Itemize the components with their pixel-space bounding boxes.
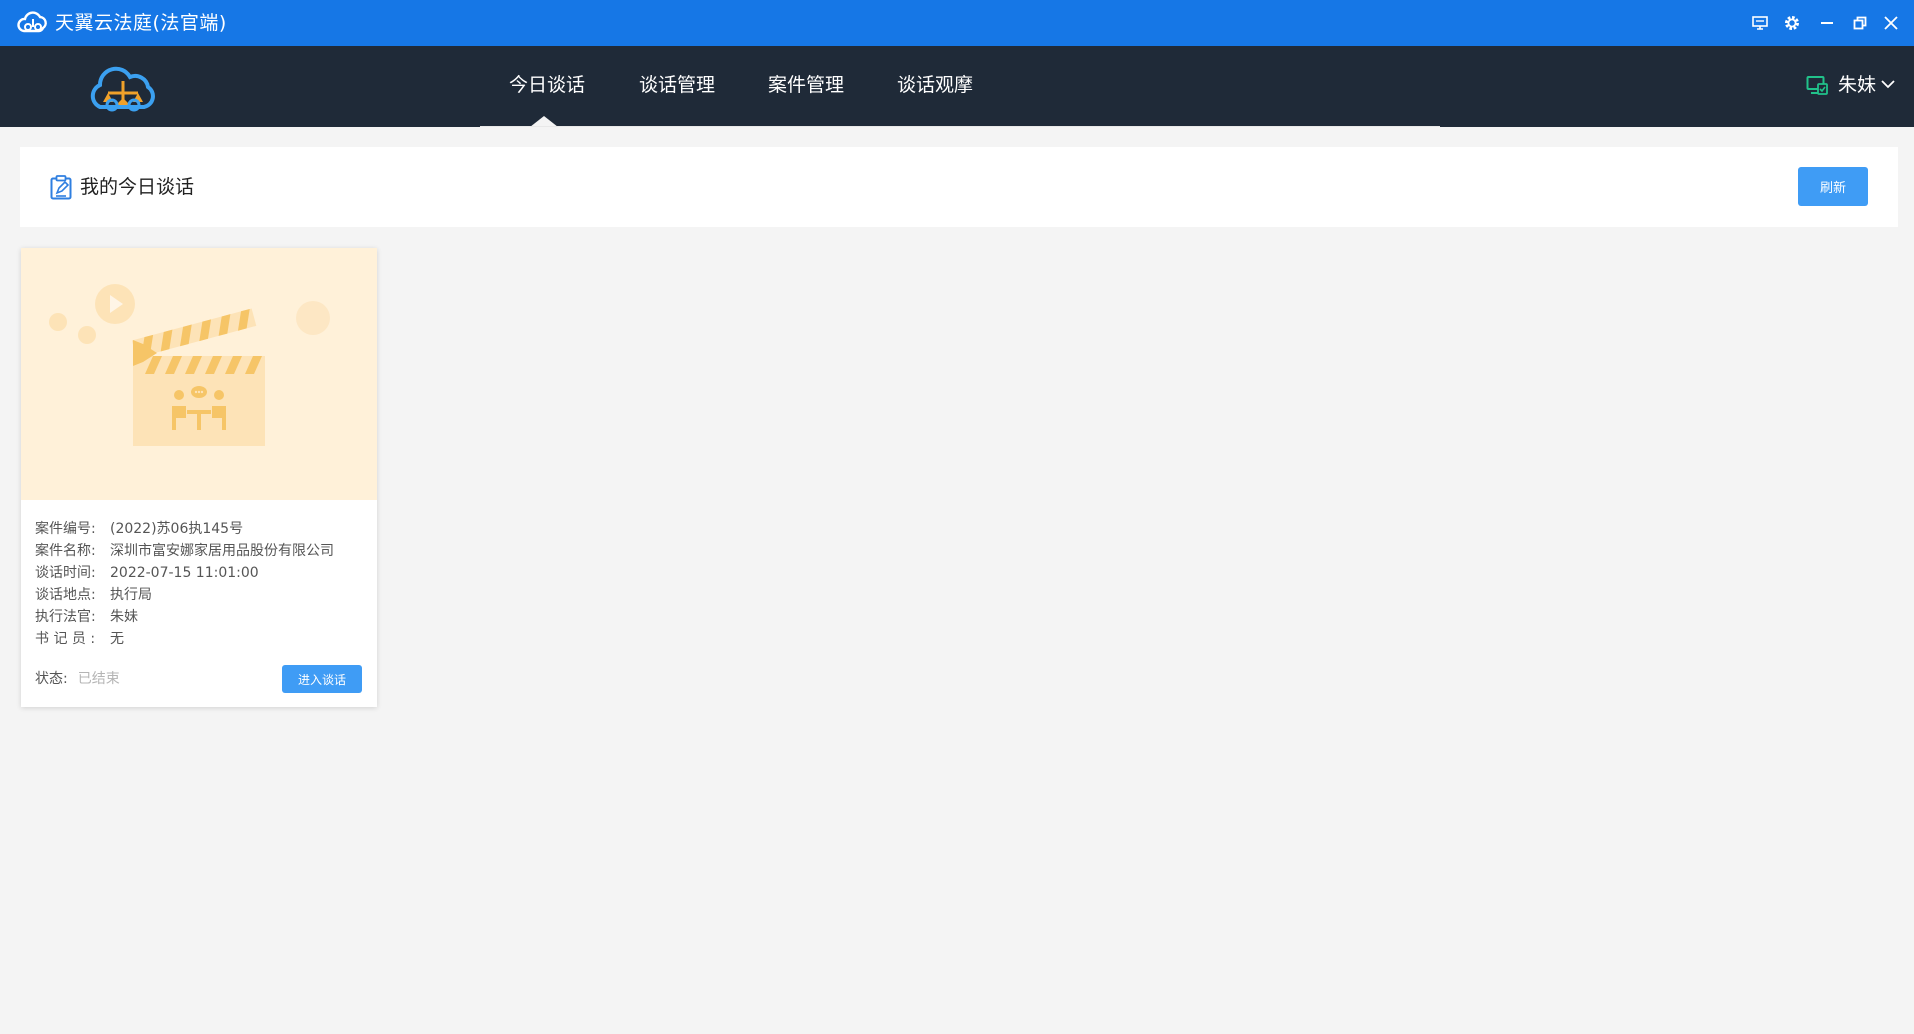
status-label: 状态: bbox=[35, 671, 68, 687]
user-name[interactable]: 朱妹 bbox=[1838, 73, 1876, 97]
court-cloud-logo bbox=[90, 66, 155, 112]
window-titlebar: 天翼云法庭(法官端) bbox=[0, 0, 1914, 46]
clerk-value: 无 bbox=[110, 631, 124, 647]
clerk-row: 书 记 员 : 无 bbox=[35, 628, 334, 650]
judge-value: 朱妹 bbox=[110, 609, 138, 625]
clerk-label: 书 记 员 : bbox=[35, 631, 96, 647]
clapperboard-illustration bbox=[21, 248, 377, 500]
monitor-icon[interactable] bbox=[1747, 10, 1773, 36]
status-value: 已结束 bbox=[77, 671, 120, 687]
talk-place-row: 谈话地点: 执行局 bbox=[35, 584, 334, 606]
judge-row: 执行法官: 朱妹 bbox=[35, 606, 334, 628]
close-icon[interactable] bbox=[1878, 10, 1904, 36]
judge-label: 执行法官: bbox=[35, 609, 96, 625]
talk-time-label: 谈话时间: bbox=[35, 565, 96, 581]
case-number-row: 案件编号: (2022)苏06执145号 bbox=[35, 518, 334, 540]
device-check-icon bbox=[1806, 76, 1828, 95]
nav-tab-talk-observation[interactable]: 谈话观摩 bbox=[897, 73, 973, 97]
main-navbar: 今日谈话 谈话管理 案件管理 谈话观摩 朱妹 bbox=[0, 46, 1914, 127]
nav-tab-today-talks[interactable]: 今日谈话 bbox=[509, 73, 585, 97]
page-title: 我的今日谈话 bbox=[80, 176, 195, 198]
case-number-label: 案件编号: bbox=[35, 521, 96, 537]
status-row: 状态: 已结束 bbox=[35, 668, 120, 690]
clipboard-edit-icon bbox=[50, 175, 72, 200]
section-header: 我的今日谈话 刷新 bbox=[20, 147, 1898, 227]
case-name-row: 案件名称: 深圳市富安娜家居用品股份有限公司 bbox=[35, 540, 334, 562]
case-name-label: 案件名称: bbox=[35, 543, 96, 559]
talk-place-value: 执行局 bbox=[110, 587, 152, 603]
minimize-icon[interactable] bbox=[1814, 10, 1840, 36]
nav-tab-case-management[interactable]: 案件管理 bbox=[768, 73, 844, 97]
talk-place-label: 谈话地点: bbox=[35, 587, 96, 603]
refresh-button[interactable]: 刷新 bbox=[1798, 167, 1868, 206]
talk-time-value: 2022-07-15 11:01:00 bbox=[110, 565, 259, 581]
cloud-logo-icon bbox=[17, 11, 47, 33]
enter-talk-button[interactable]: 进入谈话 bbox=[282, 665, 362, 693]
nav-divider bbox=[480, 126, 1440, 127]
case-number-value: (2022)苏06执145号 bbox=[110, 521, 244, 537]
case-name-value: 深圳市富安娜家居用品股份有限公司 bbox=[110, 543, 334, 559]
restore-icon[interactable] bbox=[1847, 10, 1873, 36]
window-title: 天翼云法庭(法官端) bbox=[55, 12, 227, 34]
gear-icon[interactable] bbox=[1779, 10, 1805, 36]
talk-session-card: 案件编号: (2022)苏06执145号 案件名称: 深圳市富安娜家居用品股份有限公… bbox=[21, 248, 377, 707]
talk-time-row: 谈话时间: 2022-07-15 11:01:00 bbox=[35, 562, 334, 584]
nav-tab-talk-management[interactable]: 谈话管理 bbox=[639, 73, 715, 97]
session-details: 案件编号: (2022)苏06执145号 案件名称: 深圳市富安娜家居用品股份有限公… bbox=[35, 518, 334, 650]
chevron-down-icon[interactable] bbox=[1880, 77, 1896, 91]
